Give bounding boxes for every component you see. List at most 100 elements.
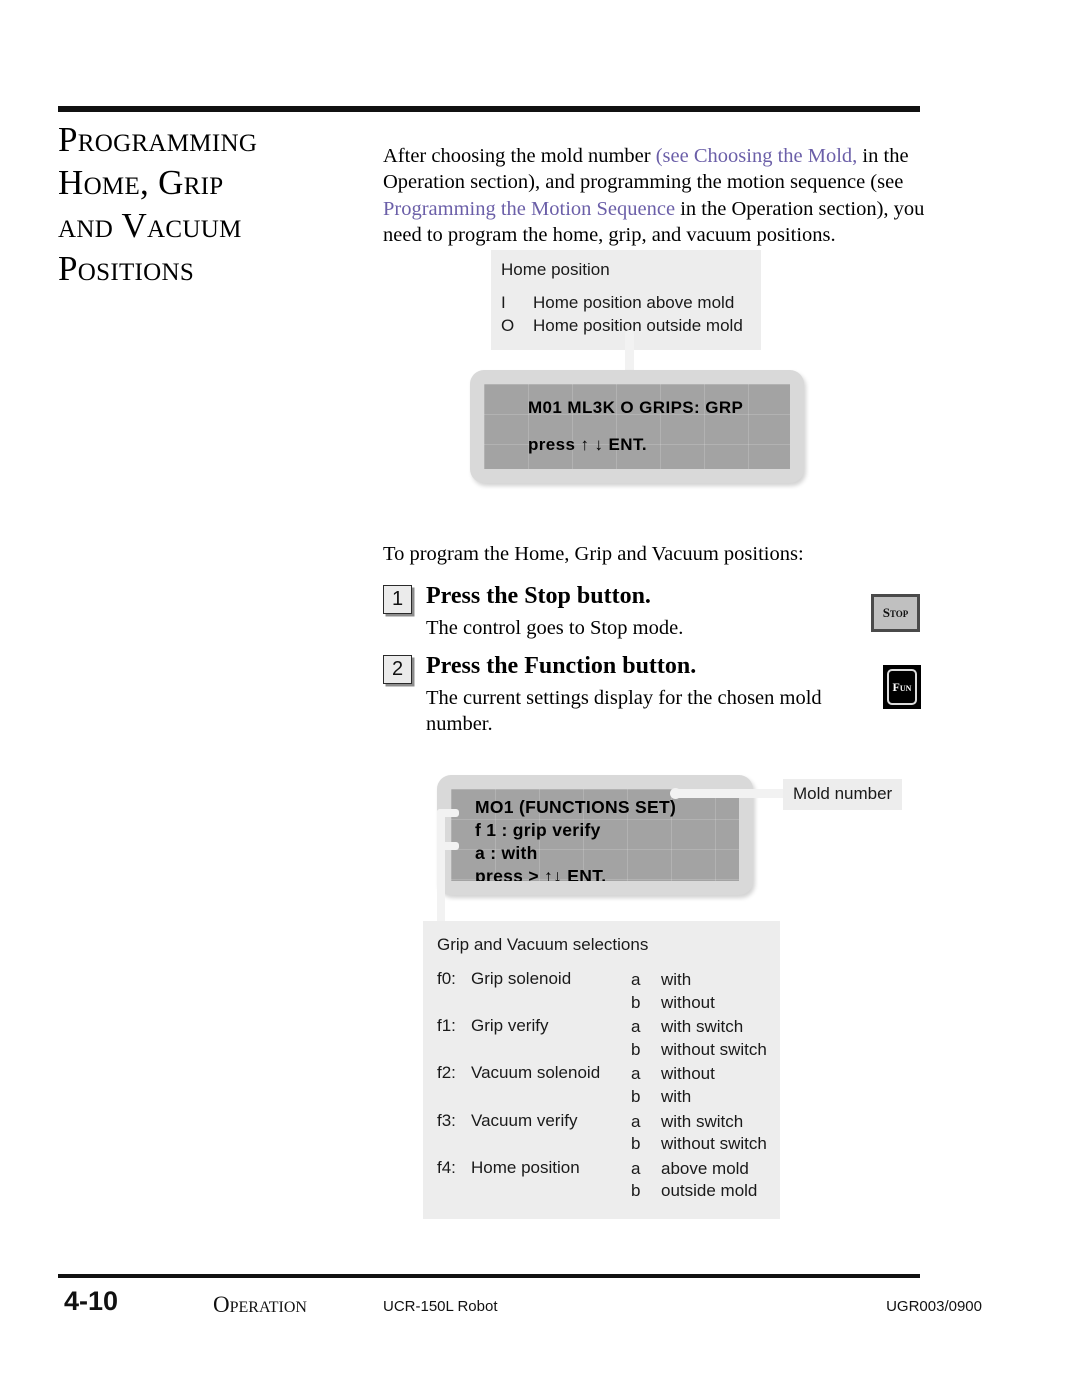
link-choosing-the-mold[interactable]: (see Choosing the Mold,: [656, 145, 858, 167]
leader-line-mold-number: [672, 789, 787, 798]
selections-code: f3:: [437, 1110, 456, 1130]
step-2-body: The current settings display for the cho…: [426, 687, 822, 736]
intro-paragraph: After choosing the mold number (see Choo…: [383, 143, 928, 250]
intro-text-1: After choosing the mold number: [383, 144, 656, 167]
selections-row: f3: Vacuum verify a with switch b withou…: [437, 1111, 768, 1156]
lcd2-line-1: MO1 (FUNCTIONS SET): [475, 797, 677, 817]
bracket-arm-option-line: [437, 842, 459, 850]
footer-document-code: UGR003/0900: [886, 1298, 982, 1315]
lcd-bezel: M01 ML3K O GRIPS: GRP press ↑ ↓ ENT.: [470, 370, 804, 483]
selections-code: f4:: [437, 1157, 456, 1177]
function-button-label: Fun: [887, 669, 917, 705]
callout-home-text: Home position above mold: [533, 293, 735, 312]
selections-option: a without: [631, 1063, 768, 1086]
lcd2-line-4: press > ↑↓ ENT.: [475, 866, 607, 881]
selections-option-key: b: [631, 1134, 641, 1154]
step-1-title: Press the Stop button.: [426, 583, 651, 609]
selections-option-text: with: [661, 1087, 692, 1107]
selections-option-text: above mold: [661, 1158, 749, 1178]
selections-option-key: b: [631, 1181, 641, 1201]
selections-option: b without switch: [631, 1133, 768, 1156]
page-title-line-2: Home, Grip: [58, 163, 224, 202]
selections-option: a with: [631, 969, 768, 992]
function-button-icon[interactable]: Fun: [883, 665, 921, 709]
link-programming-motion-sequence[interactable]: Programming the Motion Sequence: [383, 198, 675, 220]
selections-code: f2:: [437, 1063, 456, 1083]
selections-option-text: outside mold: [661, 1181, 758, 1201]
page-title-line-3: and Vacuum: [58, 206, 242, 245]
selections-options: a without b with: [631, 1063, 768, 1108]
selections-name: Vacuum verify: [471, 1110, 578, 1130]
selections-option-key: a: [631, 1158, 641, 1178]
lcd1-line-2: press ↑ ↓ ENT.: [528, 435, 647, 454]
step-1-head: 1 Press the Stop button.: [383, 583, 883, 614]
page-title-line-1: Programming: [58, 120, 258, 159]
to-program-line: To program the Home, Grip and Vacuum pos…: [383, 543, 804, 565]
selections-option-text: without switch: [661, 1039, 767, 1059]
step-1: 1 Press the Stop button. The control goe…: [383, 583, 883, 641]
selections-code: f0:: [437, 969, 456, 988]
selections-name: Vacuum solenoid: [471, 1063, 601, 1083]
page-title: Programming Home, Grip and Vacuum Positi…: [58, 122, 358, 294]
selections-row: f2: Vacuum solenoid a without b with: [437, 1063, 768, 1108]
step-2-head: 2 Press the Function button.: [383, 653, 883, 684]
selections-name: Home position: [471, 1157, 580, 1177]
step-1-number: 1: [383, 585, 412, 614]
selections-option-text: without: [661, 1064, 715, 1084]
lcd-screen: MO1 (FUNCTIONS SET) f 1 : grip verify a …: [451, 789, 739, 881]
callout-home-key: I: [501, 293, 506, 312]
step-2: 2 Press the Function button. The current…: [383, 653, 883, 737]
selections-option-text: with switch: [661, 1017, 744, 1037]
selections-panel: Grip and Vacuum selections f0: Grip sole…: [423, 921, 780, 1220]
selections-option: a above mold: [631, 1158, 768, 1181]
selections-row: f4: Home position a above mold b outside…: [437, 1158, 768, 1203]
selections-option: b with: [631, 1086, 768, 1109]
selections-option: b without switch: [631, 1039, 768, 1062]
selections-code: f1:: [437, 1016, 456, 1036]
selections-options: a with switch b without switch: [631, 1016, 768, 1061]
footer-page-number: 4-10: [64, 1286, 119, 1316]
stop-button-icon[interactable]: Stop: [871, 594, 920, 632]
selections-name: Grip solenoid: [471, 969, 572, 988]
page-footer: 4-10 Operation UCR-150L Robot UGR003/090…: [0, 1286, 1080, 1346]
selections-row: f1: Grip verify a with switch b without …: [437, 1016, 768, 1061]
leader-dot-mold-number: [670, 788, 681, 799]
manual-page: Programming Home, Grip and Vacuum Positi…: [0, 0, 1080, 1397]
selections-option-key: a: [631, 1017, 641, 1037]
lcd-display-grips: M01 ML3K O GRIPS: GRP press ↑ ↓ ENT.: [470, 370, 804, 483]
lcd1-line-1: M01 ML3K O GRIPS: GRP: [528, 398, 744, 417]
selections-option: a with switch: [631, 1111, 768, 1134]
selections-option-text: with: [661, 970, 692, 989]
selections-options: a with b without: [631, 969, 768, 1014]
lcd2-line-3: a : with: [475, 843, 538, 864]
selections-option-key: b: [631, 1039, 641, 1059]
selections-title: Grip and Vacuum selections: [437, 935, 649, 954]
label-mold-number: Mold number: [783, 779, 903, 810]
step-2-number: 2: [383, 655, 412, 684]
step-2-title: Press the Function button.: [426, 653, 697, 679]
selections-option-key: b: [631, 992, 641, 1012]
lcd-screen: M01 ML3K O GRIPS: GRP press ↑ ↓ ENT.: [484, 384, 790, 469]
selections-option-text: with switch: [661, 1111, 744, 1131]
header-rule: [58, 106, 920, 112]
page-title-line-4: Positions: [58, 249, 195, 288]
selections-name: Grip verify: [471, 1016, 549, 1036]
bracket-arm-function-line: [437, 809, 459, 817]
callout-home-key: O: [501, 315, 515, 335]
selections-options: a with switch b without switch: [631, 1111, 768, 1156]
selections-option-text: without: [661, 992, 715, 1012]
selections-options: a above mold b outside mold: [631, 1158, 768, 1203]
footer-rule: [58, 1274, 920, 1278]
footer-model-name: UCR-150L Robot: [383, 1298, 498, 1315]
selections-option: a with switch: [631, 1016, 768, 1039]
callout-home-text: Home position outside mold: [533, 315, 743, 335]
selections-option-key: a: [631, 1064, 641, 1084]
selections-row: f0: Grip solenoid a with b without: [437, 969, 768, 1014]
callout-home-title: Home position: [501, 260, 610, 279]
step-1-body: The control goes to Stop mode.: [426, 617, 684, 639]
footer-section-name: Operation: [213, 1292, 307, 1317]
callout-home-row: I Home position above mold: [501, 292, 749, 315]
selections-option: b without: [631, 992, 768, 1015]
selections-option-text: without switch: [661, 1134, 767, 1154]
selections-option-key: a: [631, 1111, 641, 1131]
